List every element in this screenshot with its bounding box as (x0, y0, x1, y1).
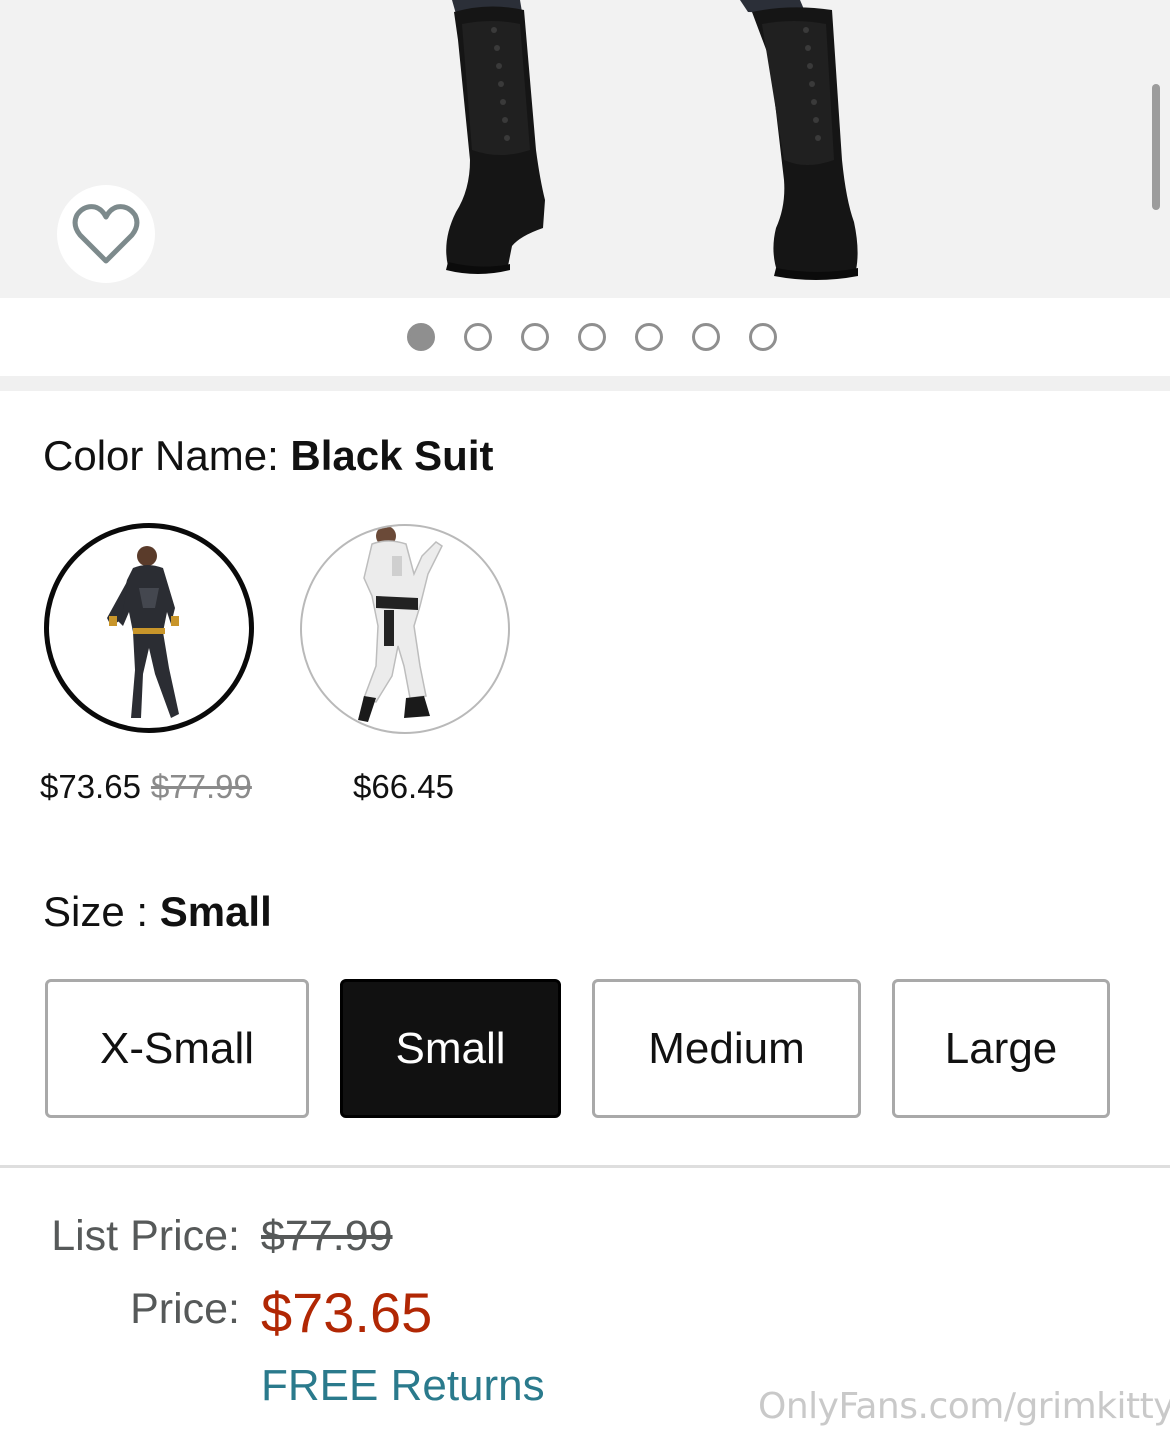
divider (0, 1165, 1170, 1168)
list-price-label: List Price: (51, 1212, 240, 1260)
product-image (446, 0, 858, 280)
swatch-image-black-suit (107, 546, 179, 718)
color-swatch-black-suit[interactable] (44, 523, 254, 733)
size-option-label: Large (944, 1023, 1058, 1073)
image-pager[interactable] (0, 298, 1170, 376)
pager-dot[interactable] (464, 323, 492, 351)
swatch-price-white-suit: $66.45 (353, 768, 454, 806)
color-name-label: Color Name: (43, 432, 279, 479)
product-image-gallery[interactable] (0, 0, 1170, 298)
pager-dot[interactable] (749, 323, 777, 351)
color-name-value: Black Suit (290, 432, 494, 479)
wishlist-button[interactable] (57, 185, 155, 283)
swatch-list-price: $77.99 (150, 768, 252, 805)
list-price-value: $77.99 (261, 1212, 393, 1260)
free-returns-link[interactable]: FREE Returns (261, 1361, 545, 1411)
size-option-label: X-Small (99, 1023, 255, 1073)
size-option-x-small[interactable]: X-Small (45, 979, 309, 1118)
swatch-price: $73.65 (40, 768, 141, 805)
size-option-small[interactable]: Small (340, 979, 561, 1118)
scrollbar[interactable] (1152, 84, 1160, 210)
size-heading: Size : Small (43, 888, 272, 936)
color-name-heading: Color Name: Black Suit (43, 432, 494, 480)
swatch-price-black-suit: $73.65 $77.99 (40, 768, 252, 806)
pager-dot[interactable] (692, 323, 720, 351)
size-label: Size : (43, 888, 149, 935)
price-label: Price: (130, 1285, 240, 1333)
pager-dot[interactable] (635, 323, 663, 351)
size-option-label: Medium (648, 1023, 805, 1073)
swatch-image-white-suit (358, 526, 443, 722)
size-value: Small (159, 888, 272, 935)
size-option-large[interactable]: Large (892, 979, 1110, 1118)
section-separator (0, 376, 1170, 391)
pager-dot[interactable] (407, 323, 435, 351)
pager-dot[interactable] (578, 323, 606, 351)
price-value: $73.65 (261, 1281, 433, 1344)
color-swatch-white-suit[interactable] (300, 524, 510, 734)
size-option-medium[interactable]: Medium (592, 979, 861, 1118)
heart-outline-icon (72, 204, 140, 264)
swatch-price: $66.45 (353, 768, 454, 805)
pager-dot[interactable] (521, 323, 549, 351)
watermark: OnlyFans.com/grimkitty4 (758, 1386, 1170, 1427)
size-option-label: Small (395, 1023, 506, 1073)
